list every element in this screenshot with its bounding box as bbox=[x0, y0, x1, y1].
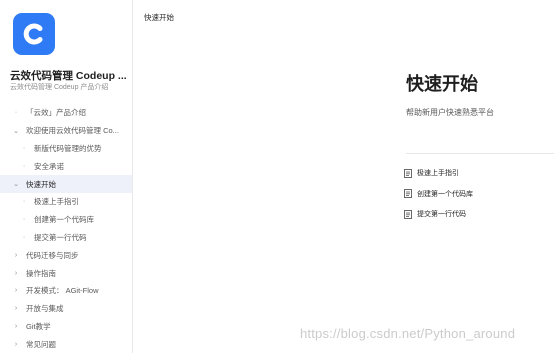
sidebar-item-label: 常见问题 bbox=[26, 339, 56, 349]
doc-link-create-repo[interactable]: 创建第一个代码库 bbox=[404, 184, 554, 205]
sidebar-item-label: 开放与集成 bbox=[26, 304, 64, 314]
doc-link-getting-started[interactable]: 极速上手指引 bbox=[404, 163, 554, 184]
breadcrumb: 快速开始 bbox=[144, 13, 174, 22]
bullet-icon: · bbox=[22, 162, 26, 170]
page-title: 快速开始 bbox=[406, 74, 478, 94]
doc-link-label: 极速上手指引 bbox=[417, 170, 459, 178]
sidebar-item-label: Git教学 bbox=[26, 321, 51, 331]
sidebar-item-create-repo[interactable]: · 创建第一个代码库 bbox=[0, 211, 132, 229]
chevron-down-icon: ⌄ bbox=[13, 127, 19, 135]
bullet-icon: · bbox=[22, 216, 26, 224]
sidebar-item-label: 新版代码管理的优势 bbox=[34, 143, 102, 153]
chevron-right-icon: › bbox=[14, 251, 18, 259]
chevron-right-icon: › bbox=[14, 305, 18, 313]
watermark: https://blog.csdn.net/Python_around bbox=[300, 326, 516, 341]
divider bbox=[406, 153, 554, 154]
chevron-right-icon: › bbox=[14, 322, 18, 330]
document-icon bbox=[404, 168, 412, 178]
sidebar-item-migration[interactable]: › 代码迁移与同步 bbox=[0, 246, 132, 264]
bullet-icon: · bbox=[14, 109, 18, 117]
sidebar-item-product-intro[interactable]: · 「云效」产品介绍 bbox=[0, 104, 132, 122]
page-subtitle: 帮助新用户快速熟悉平台 bbox=[406, 108, 494, 117]
chevron-right-icon: › bbox=[14, 287, 18, 295]
sidebar-item-label: 欢迎使用云效代码管理 Co... bbox=[26, 126, 119, 136]
sidebar-item-label: 开发模式： AGit-Flow bbox=[26, 286, 99, 296]
product-subtitle: 云效代码管理 Codeup 产品介绍 bbox=[10, 84, 109, 91]
sidebar-item-label: 快速开始 bbox=[26, 179, 56, 189]
sidebar-item-welcome[interactable]: ⌄ 欢迎使用云效代码管理 Co... bbox=[0, 122, 132, 140]
chevron-right-icon: › bbox=[14, 340, 18, 348]
sidebar-item-label: 代码迁移与同步 bbox=[26, 250, 79, 260]
bullet-icon: · bbox=[22, 198, 26, 206]
doc-link-label: 提交第一行代码 bbox=[417, 211, 466, 219]
sidebar-item-label: 操作指南 bbox=[26, 268, 56, 278]
product-title[interactable]: 云效代码管理 Codeup ... bbox=[10, 68, 130, 83]
sidebar-item-first-commit[interactable]: · 提交第一行代码 bbox=[0, 229, 132, 247]
sidebar-item-quick-start[interactable]: ⌄ 快速开始 bbox=[0, 175, 132, 193]
sidebar-item-label: 安全承诺 bbox=[34, 161, 64, 171]
sidebar-item-label: 提交第一行代码 bbox=[34, 232, 87, 242]
document-icon bbox=[404, 189, 412, 199]
doc-link-first-commit[interactable]: 提交第一行代码 bbox=[404, 204, 554, 225]
codeup-c-icon bbox=[23, 23, 43, 45]
chevron-down-icon: ⌄ bbox=[13, 181, 19, 189]
sidebar-item-label: 「云效」产品介绍 bbox=[26, 108, 86, 118]
sidebar-item-security[interactable]: · 安全承诺 bbox=[0, 157, 132, 175]
bullet-icon: · bbox=[22, 233, 26, 241]
sidebar-item-agit-flow[interactable]: › 开发模式： AGit-Flow bbox=[0, 282, 132, 300]
sidebar-item-label: 极速上手指引 bbox=[34, 197, 79, 207]
bullet-icon: · bbox=[22, 144, 26, 152]
doc-link-label: 创建第一个代码库 bbox=[417, 190, 473, 198]
sidebar-item-guide[interactable]: › 操作指南 bbox=[0, 264, 132, 282]
doc-link-list: 极速上手指引 创建第一个代码库 提交第一行代码 bbox=[404, 163, 554, 225]
chevron-right-icon: › bbox=[14, 269, 18, 277]
sidebar: 云效代码管理 Codeup ... 云效代码管理 Codeup 产品介绍 · 「… bbox=[0, 0, 133, 353]
sidebar-item-git-teaching[interactable]: › Git教学 bbox=[0, 318, 132, 336]
sidebar-item-advantages[interactable]: · 新版代码管理的优势 bbox=[0, 140, 132, 158]
document-icon bbox=[404, 209, 412, 219]
sidebar-item-getting-started[interactable]: · 极速上手指引 bbox=[0, 193, 132, 211]
sidebar-nav: · 「云效」产品介绍 ⌄ 欢迎使用云效代码管理 Co... · 新版代码管理的优… bbox=[0, 104, 132, 353]
codeup-logo[interactable] bbox=[13, 13, 55, 55]
sidebar-item-label: 创建第一个代码库 bbox=[34, 215, 94, 225]
sidebar-item-integration[interactable]: › 开放与集成 bbox=[0, 300, 132, 318]
sidebar-item-faq[interactable]: › 常见问题 bbox=[0, 335, 132, 353]
